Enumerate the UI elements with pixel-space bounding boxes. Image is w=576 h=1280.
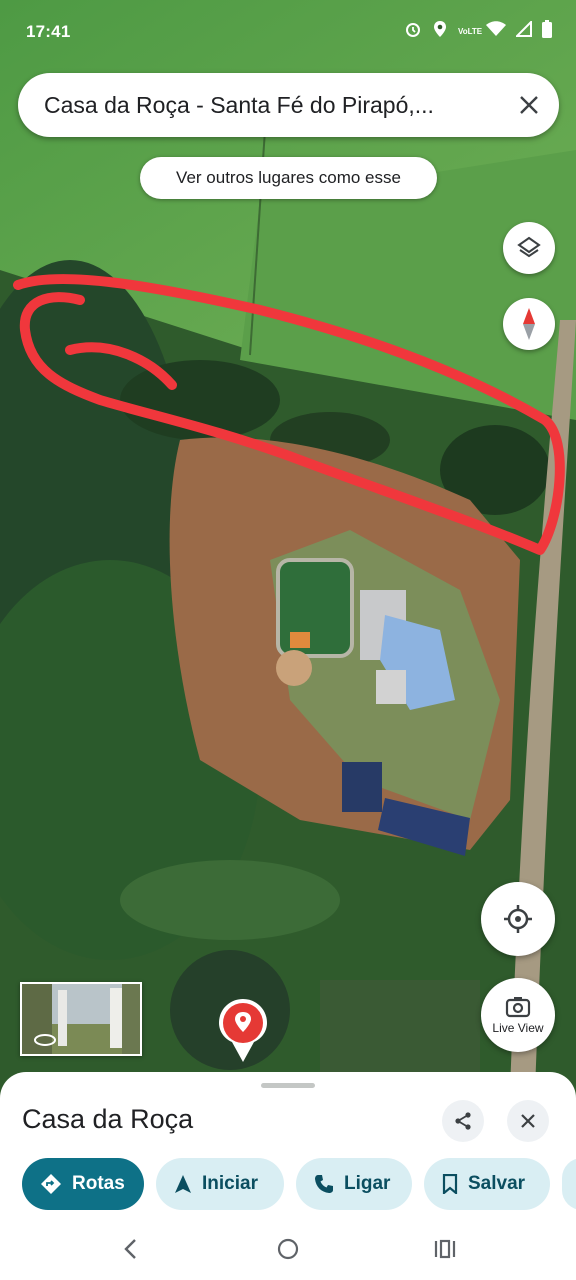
close-sheet-button[interactable] bbox=[507, 1100, 549, 1142]
place-title: Casa da Roça bbox=[22, 1104, 194, 1134]
share-icon bbox=[455, 1112, 471, 1130]
home-button[interactable] bbox=[268, 1234, 308, 1264]
directions-button[interactable]: Rotas bbox=[22, 1158, 144, 1210]
layers-icon bbox=[517, 236, 541, 258]
compass-button[interactable] bbox=[503, 298, 555, 350]
save-label: Salvar bbox=[468, 1173, 526, 1194]
place-bottom-sheet[interactable]: Casa da Roça Rotas Iniciar Ligar Salvar bbox=[0, 1072, 576, 1280]
action-chips: Rotas Iniciar Ligar Salvar bbox=[22, 1158, 576, 1210]
search-query[interactable]: Casa da Roça - Santa Fé do Pirapó,... bbox=[18, 92, 499, 119]
place-marker[interactable] bbox=[218, 998, 268, 1064]
share-button[interactable] bbox=[442, 1100, 484, 1142]
search-bar[interactable]: Casa da Roça - Santa Fé do Pirapó,... bbox=[18, 73, 559, 137]
bookmark-icon bbox=[442, 1174, 458, 1194]
clear-search-button[interactable] bbox=[499, 75, 559, 135]
start-button[interactable]: Iniciar bbox=[156, 1158, 284, 1210]
live-view-label: Live View bbox=[492, 1021, 544, 1035]
drag-handle[interactable] bbox=[261, 1083, 315, 1088]
recents-button[interactable] bbox=[425, 1234, 465, 1264]
map-pin-icon bbox=[219, 999, 267, 1062]
status-bar: 17:41 VoLTE bbox=[0, 0, 576, 66]
wifi-icon bbox=[486, 21, 506, 42]
rotate-360-icon bbox=[34, 1034, 56, 1046]
back-icon bbox=[124, 1239, 136, 1259]
status-icons: VoLTE bbox=[404, 19, 552, 43]
navigation-arrow-icon bbox=[174, 1174, 192, 1194]
directions-icon bbox=[40, 1173, 62, 1195]
layers-button[interactable] bbox=[503, 222, 555, 274]
status-time: 17:41 bbox=[26, 22, 71, 41]
start-label: Iniciar bbox=[202, 1173, 258, 1194]
crosshair-icon bbox=[504, 905, 532, 933]
save-button[interactable]: Salvar bbox=[424, 1158, 550, 1210]
compass-icon bbox=[523, 308, 535, 340]
volte-icon: VoLTE bbox=[458, 26, 483, 36]
alarm-icon bbox=[404, 20, 422, 43]
signal-icon bbox=[514, 19, 532, 42]
call-label: Ligar bbox=[344, 1173, 391, 1194]
my-location-button[interactable] bbox=[481, 882, 555, 956]
more-actions-chip[interactable] bbox=[562, 1158, 576, 1210]
location-icon bbox=[432, 20, 448, 43]
back-button[interactable] bbox=[110, 1234, 150, 1264]
home-icon bbox=[277, 1238, 299, 1260]
recents-icon bbox=[434, 1239, 456, 1259]
call-button[interactable]: Ligar bbox=[296, 1158, 412, 1210]
live-view-button[interactable]: Live View bbox=[481, 978, 555, 1052]
similar-places-chip[interactable]: Ver outros lugares como esse bbox=[140, 157, 437, 199]
battery-icon bbox=[542, 20, 552, 43]
phone-icon bbox=[314, 1174, 334, 1194]
street-view-thumbnail[interactable] bbox=[20, 982, 142, 1056]
camera-icon bbox=[505, 997, 531, 1018]
close-icon bbox=[520, 96, 538, 114]
close-icon bbox=[521, 1114, 535, 1128]
directions-label: Rotas bbox=[72, 1173, 125, 1194]
